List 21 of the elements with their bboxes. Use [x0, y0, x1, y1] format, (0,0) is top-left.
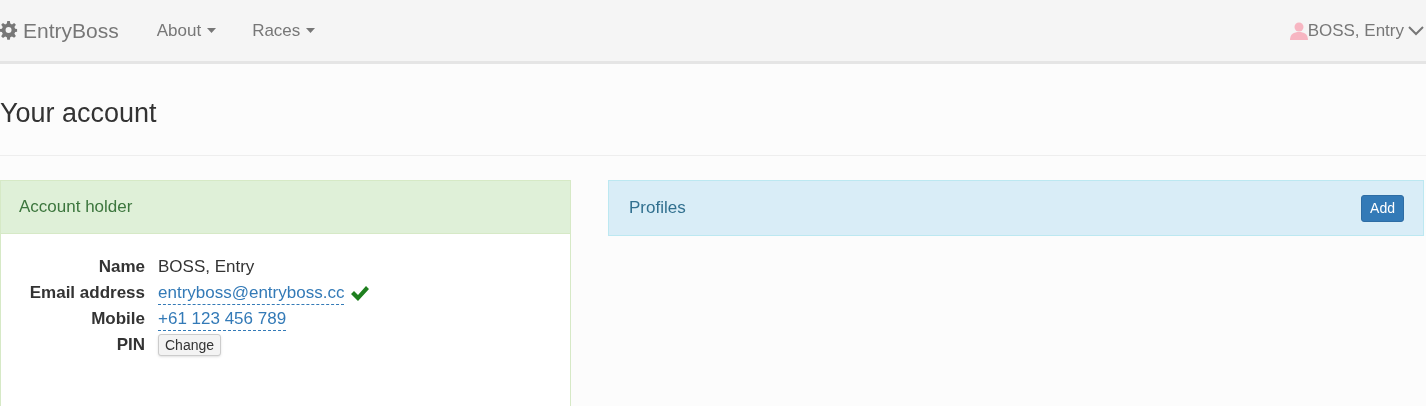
- brand-link[interactable]: EntryBoss: [23, 14, 119, 47]
- field-label: Email address: [28, 282, 145, 304]
- page-title: Your account: [0, 97, 158, 129]
- gear-icon: [0, 21, 19, 40]
- user-menu[interactable]: BOSS, Entry: [1307, 17, 1404, 44]
- panel-title: Account holder: [19, 196, 133, 219]
- field-label: Mobile: [90, 308, 145, 330]
- nav-menu[interactable]: About: [156, 17, 217, 44]
- editable-link[interactable]: +61 123 456 789: [158, 307, 287, 331]
- editable-link[interactable]: entryboss@entryboss.cc: [158, 281, 345, 305]
- nav-menu[interactable]: Races: [252, 17, 316, 44]
- panel-title: Profiles: [629, 197, 686, 220]
- caret-icon: [207, 28, 217, 33]
- field-label: Name: [97, 256, 145, 278]
- chevron-down-icon: [1408, 25, 1424, 36]
- user-icon: [1289, 21, 1308, 40]
- change-button[interactable]: Change: [158, 334, 222, 356]
- field-value: BOSS, Entry: [158, 256, 255, 278]
- add-button[interactable]: Add: [1361, 194, 1404, 222]
- caret-icon: [306, 28, 316, 33]
- field-label: PIN: [115, 334, 145, 356]
